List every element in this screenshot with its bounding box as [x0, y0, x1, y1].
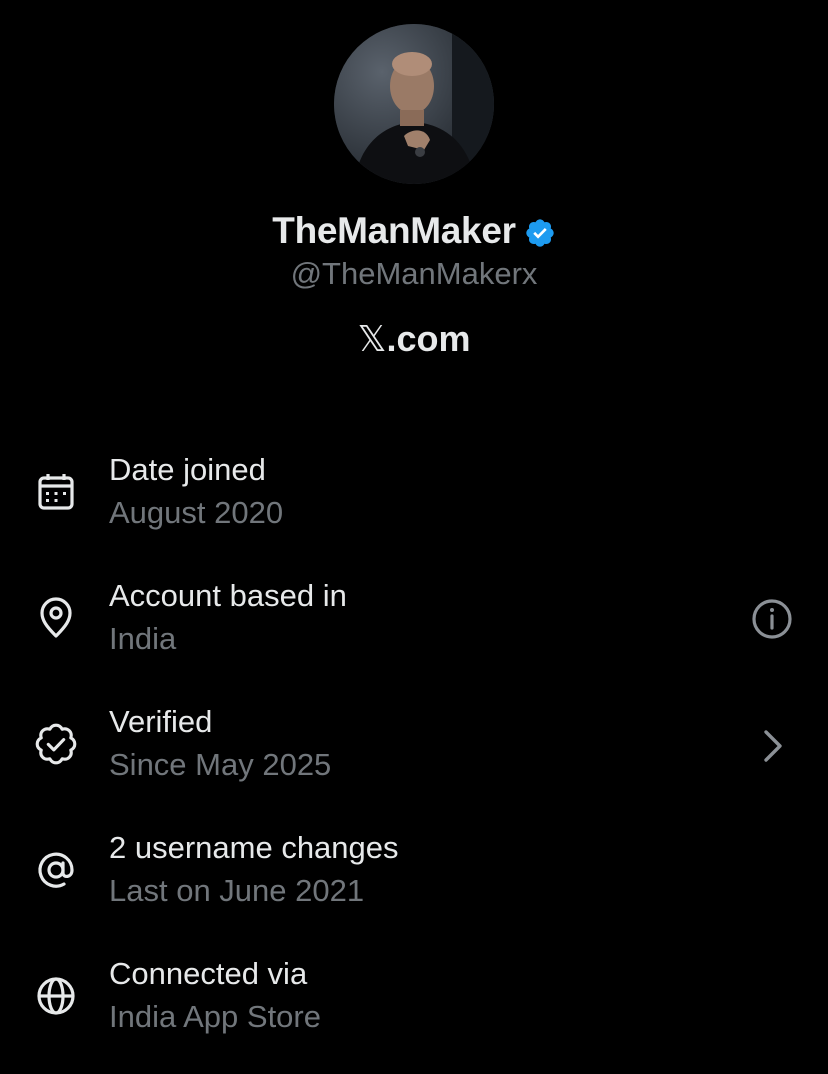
list-item-date-joined: Date joined August 2020	[0, 440, 828, 566]
name-row: TheManMaker	[0, 206, 828, 256]
site-suffix: .com	[386, 318, 471, 359]
item-subtitle: Last on June 2021	[109, 873, 365, 908]
item-subtitle: India App Store	[109, 999, 321, 1034]
display-name: TheManMaker	[272, 210, 516, 251]
avatar-image	[334, 24, 494, 184]
calendar-icon	[34, 470, 78, 514]
item-title: Verified	[109, 704, 213, 739]
list-item-connected-via: Connected via India App Store	[0, 944, 828, 1070]
item-title: Account based in	[109, 578, 347, 613]
at-sign-icon	[34, 848, 78, 892]
item-subtitle: August 2020	[109, 495, 284, 530]
location-pin-icon	[34, 596, 78, 640]
verified-badge-outline-icon	[34, 722, 78, 766]
globe-icon	[34, 974, 78, 1018]
x-logo-icon: 𝕏	[357, 319, 387, 360]
item-title: Date joined	[109, 452, 266, 487]
profile-handle: @TheManMakerx	[290, 256, 538, 291]
chevron-right-icon[interactable]	[756, 724, 788, 768]
list-item-verified[interactable]: Verified Since May 2025	[0, 692, 828, 818]
item-title: Connected via	[109, 956, 308, 991]
about-account-list: Date joined August 2020 Account based in…	[0, 440, 828, 1070]
list-item-username-changes: 2 username changes Last on June 2021	[0, 818, 828, 944]
item-subtitle: India	[109, 621, 177, 656]
verified-badge-icon[interactable]	[524, 217, 556, 249]
info-icon[interactable]	[750, 597, 794, 641]
avatar[interactable]	[334, 24, 494, 184]
list-item-account-location: Account based in India	[0, 566, 828, 692]
item-subtitle: Since May 2025	[109, 747, 332, 782]
site-label: 𝕏.com	[0, 318, 828, 360]
profile-header: TheManMaker @TheManMakerx 𝕏.com	[0, 0, 828, 380]
item-title: 2 username changes	[109, 830, 399, 865]
